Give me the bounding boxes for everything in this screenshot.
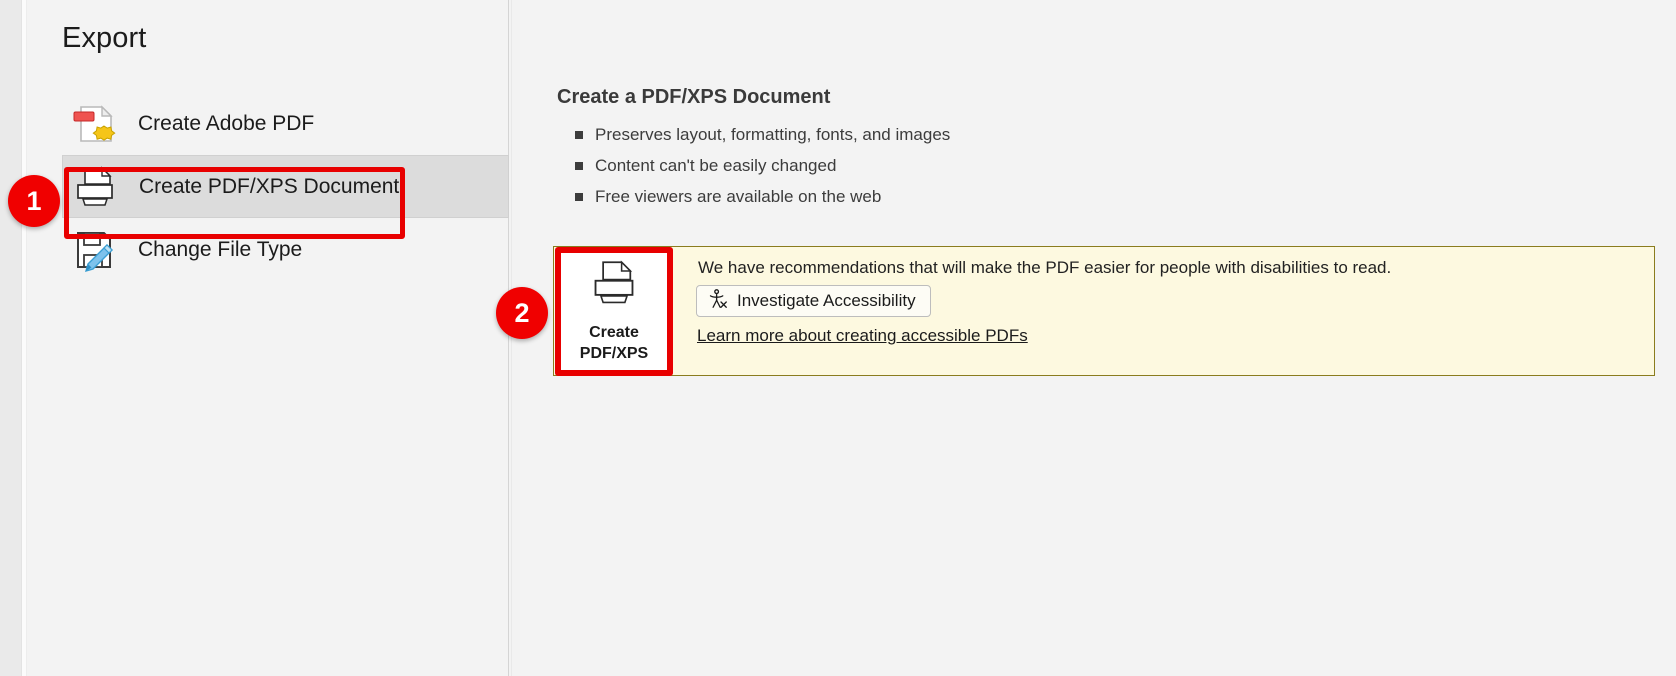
sidebar-item-change-file-type[interactable]: Change File Type <box>62 218 509 281</box>
adobe-pdf-icon <box>62 96 126 152</box>
pdf-xps-document-icon <box>63 159 127 215</box>
create-pdf-xps-label: Create PDF/XPS <box>580 322 648 364</box>
sidebar-item-create-pdf-xps-document[interactable]: Create PDF/XPS Document <box>62 155 509 218</box>
list-item: Preserves layout, formatting, fonts, and… <box>557 119 1657 150</box>
list-item: Free viewers are available on the web <box>557 181 1657 212</box>
backstage-left-scroll-strip[interactable] <box>0 0 22 676</box>
change-file-type-icon <box>62 222 126 278</box>
bullet-square-icon <box>575 162 583 170</box>
sidebar-item-label: Create PDF/XPS Document <box>139 174 400 198</box>
create-pdf-xps-label-line1: Create <box>589 324 639 341</box>
page-title: Export <box>62 22 147 54</box>
panel-divider-secondary <box>511 0 512 676</box>
accessibility-banner: We have recommendations that will make t… <box>553 246 1655 376</box>
bullet-text: Free viewers are available on the web <box>595 187 882 206</box>
bullet-text: Preserves layout, formatting, fonts, and… <box>595 125 951 144</box>
annotation-badge-1: 1 <box>8 175 60 227</box>
bullet-square-icon <box>575 131 583 139</box>
bullet-square-icon <box>575 193 583 201</box>
annotation-badge-2: 2 <box>496 287 548 339</box>
investigate-accessibility-label: Investigate Accessibility <box>737 291 916 310</box>
create-pdf-xps-button[interactable]: Create PDF/XPS <box>560 252 668 371</box>
learn-more-accessible-pdfs-link[interactable]: Learn more about creating accessible PDF… <box>697 326 1028 346</box>
sidebar-item-label: Change File Type <box>138 237 303 261</box>
export-command-list: Create Adobe PDF Create PDF/XPS Document <box>62 92 509 281</box>
accessibility-person-icon <box>707 288 728 314</box>
detail-bullet-list: Preserves layout, formatting, fonts, and… <box>557 119 1657 212</box>
sidebar-item-label: Create Adobe PDF <box>138 111 315 135</box>
detail-pane: Create a PDF/XPS Document Preserves layo… <box>557 86 1657 212</box>
pdf-xps-printer-icon <box>589 259 639 314</box>
accessibility-message: We have recommendations that will make t… <box>698 258 1392 277</box>
sidebar-item-create-adobe-pdf[interactable]: Create Adobe PDF <box>62 92 509 155</box>
bullet-text: Content can't be easily changed <box>595 156 837 175</box>
investigate-accessibility-button[interactable]: Investigate Accessibility <box>696 285 931 317</box>
detail-heading: Create a PDF/XPS Document <box>557 86 831 108</box>
backstage-left-edge-divider <box>22 0 27 676</box>
create-pdf-xps-label-line2: PDF/XPS <box>579 345 649 362</box>
list-item: Content can't be easily changed <box>557 150 1657 181</box>
